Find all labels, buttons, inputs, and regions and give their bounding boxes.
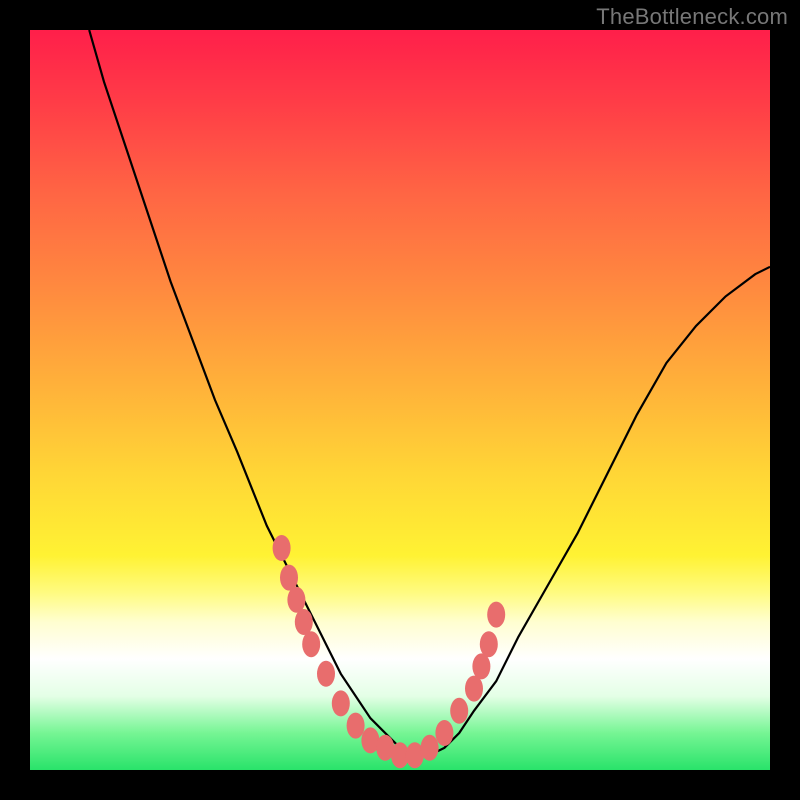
chart-svg <box>30 30 770 770</box>
marker-group <box>273 535 506 768</box>
plot-area <box>30 30 770 770</box>
curve-marker <box>332 690 350 716</box>
curve-marker <box>347 713 365 739</box>
curve-marker <box>280 565 298 591</box>
curve-marker <box>450 698 468 724</box>
bottleneck-curve <box>89 30 770 755</box>
curve-marker <box>465 676 483 702</box>
chart-frame: TheBottleneck.com <box>0 0 800 800</box>
curve-marker <box>487 602 505 628</box>
watermark-text: TheBottleneck.com <box>596 4 788 30</box>
curve-marker <box>302 631 320 657</box>
curve-marker <box>480 631 498 657</box>
curve-marker <box>421 735 439 761</box>
curve-marker <box>287 587 305 613</box>
curve-marker <box>472 653 490 679</box>
curve-marker <box>295 609 313 635</box>
curve-marker <box>273 535 291 561</box>
curve-marker <box>317 661 335 687</box>
curve-marker <box>435 720 453 746</box>
